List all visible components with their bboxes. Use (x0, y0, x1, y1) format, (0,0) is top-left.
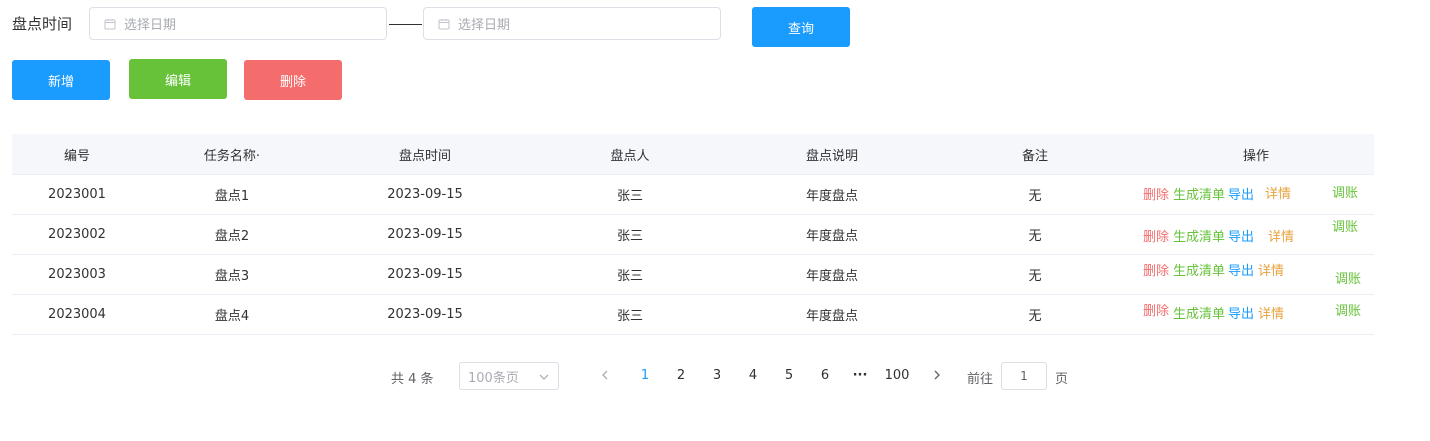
row-operations: 删除 生成清单 导出 详情 调账 (1142, 175, 1374, 214)
cell-task-name: 盘点4 (214, 309, 250, 324)
cell-time: 2023-09-15 (387, 307, 463, 322)
row-detail-link[interactable]: 详情 (1258, 264, 1284, 280)
row-export-link[interactable]: 导出 (1228, 188, 1254, 204)
cell-time: 2023-09-15 (387, 227, 463, 242)
end-date-input[interactable]: 选择日期 (423, 7, 721, 40)
cell-task-name: 盘点3 (214, 269, 250, 284)
query-button[interactable]: 查询 (752, 7, 850, 47)
date-range-separator (389, 24, 422, 25)
cell-person: 张三 (616, 189, 643, 204)
row-delete-link[interactable]: 删除 (1143, 188, 1169, 204)
page-number[interactable]: 4 (743, 368, 763, 383)
table-row: 2023001 盘点1 2023-09-15 张三 年度盘点 无 删除 生成清单… (12, 175, 1374, 215)
header-id: 编号 (63, 148, 90, 164)
cell-desc: 年度盘点 (805, 229, 858, 244)
inventory-table: 编号 任务名称· 盘点时间 盘点人 盘点说明 备注 操作 2023001 盘点1… (12, 134, 1374, 335)
goto-page-input[interactable]: 1 (1001, 362, 1047, 390)
row-detail-link[interactable]: 详情 (1258, 307, 1284, 323)
cell-desc: 年度盘点 (805, 309, 858, 324)
page-number[interactable]: 1 (635, 368, 655, 383)
prev-page-icon[interactable] (599, 368, 611, 382)
row-detail-link[interactable]: 详情 (1268, 230, 1294, 246)
goto-label: 前往 (967, 372, 994, 387)
calendar-icon (104, 18, 116, 29)
cell-id: 2023003 (48, 267, 106, 282)
cell-time: 2023-09-15 (387, 267, 463, 282)
cell-task-name: 盘点1 (214, 189, 250, 204)
row-operations: 删除 生成清单 导出 详情 调账 (1142, 255, 1374, 294)
row-detail-link[interactable]: 详情 (1265, 187, 1291, 203)
table-row: 2023003 盘点3 2023-09-15 张三 年度盘点 无 删除 生成清单… (12, 255, 1374, 295)
row-generate-list-link[interactable]: 生成清单 (1173, 230, 1225, 246)
row-delete-link[interactable]: 删除 (1143, 230, 1169, 246)
delete-button[interactable]: 删除 (244, 60, 342, 100)
page-number[interactable]: 3 (707, 368, 727, 383)
row-generate-list-link[interactable]: 生成清单 (1173, 307, 1225, 323)
row-delete-link[interactable]: 删除 (1143, 304, 1169, 320)
add-button[interactable]: 新增 (12, 60, 110, 100)
cell-note: 无 (1028, 229, 1042, 244)
table-row: 2023004 盘点4 2023-09-15 张三 年度盘点 无 删除 生成清单… (12, 295, 1374, 335)
header-desc: 盘点说明 (805, 148, 858, 164)
cell-id: 2023002 (48, 227, 106, 242)
filter-label: 盘点时间 (12, 15, 73, 33)
cell-person: 张三 (616, 309, 643, 324)
end-date-placeholder: 选择日期 (458, 18, 511, 33)
cell-desc: 年度盘点 (805, 189, 858, 204)
page-size-value: 100条页 (468, 370, 519, 386)
row-adjust-link[interactable]: 调账 (1335, 304, 1361, 320)
page-number[interactable]: 2 (671, 368, 691, 383)
calendar-icon (438, 18, 450, 29)
row-generate-list-link[interactable]: 生成清单 (1173, 188, 1225, 204)
cell-time: 2023-09-15 (387, 187, 463, 202)
chevron-down-icon (539, 374, 549, 380)
page-number[interactable]: 6 (815, 368, 835, 383)
edit-button[interactable]: 编辑 (129, 59, 227, 99)
header-time: 盘点时间 (398, 148, 451, 164)
row-generate-list-link[interactable]: 生成清单 (1173, 264, 1225, 280)
cell-note: 无 (1028, 309, 1042, 324)
row-operations: 删除 生成清单 导出 详情 调账 (1142, 215, 1374, 254)
row-delete-link[interactable]: 删除 (1143, 264, 1169, 280)
page-size-select[interactable]: 100条页 (459, 362, 559, 390)
page-suffix-label: 页 (1055, 372, 1069, 387)
start-date-input[interactable]: 选择日期 (89, 7, 387, 40)
row-export-link[interactable]: 导出 (1228, 264, 1254, 280)
page-number[interactable]: 100 (882, 368, 912, 383)
table-header: 编号 任务名称· 盘点时间 盘点人 盘点说明 备注 操作 (12, 134, 1374, 175)
page-number[interactable]: 5 (779, 368, 799, 383)
row-adjust-link[interactable]: 调账 (1332, 186, 1358, 202)
header-ops: 操作 (1242, 148, 1269, 164)
pagination-total: 共 4 条 (391, 372, 434, 387)
header-task-name: 任务名称· (203, 148, 261, 164)
cell-person: 张三 (616, 269, 643, 284)
table-row: 2023002 盘点2 2023-09-15 张三 年度盘点 无 删除 生成清单… (12, 215, 1374, 255)
next-page-icon[interactable] (931, 368, 943, 382)
cell-note: 无 (1028, 269, 1042, 284)
cell-desc: 年度盘点 (805, 269, 858, 284)
row-export-link[interactable]: 导出 (1228, 307, 1254, 323)
cell-note: 无 (1028, 189, 1042, 204)
row-adjust-link[interactable]: 调账 (1332, 220, 1358, 236)
row-adjust-link[interactable]: 调账 (1335, 272, 1361, 288)
more-pages-ellipsis[interactable]: ··· (850, 368, 870, 383)
row-operations: 删除 生成清单 导出 详情 调账 (1142, 295, 1374, 334)
cell-id: 2023004 (48, 307, 106, 322)
cell-task-name: 盘点2 (214, 229, 250, 244)
row-export-link[interactable]: 导出 (1228, 230, 1254, 246)
cell-person: 张三 (616, 229, 643, 244)
start-date-placeholder: 选择日期 (124, 18, 177, 33)
header-person: 盘点人 (610, 148, 650, 164)
header-note: 备注 (1021, 148, 1048, 164)
cell-id: 2023001 (48, 187, 106, 202)
